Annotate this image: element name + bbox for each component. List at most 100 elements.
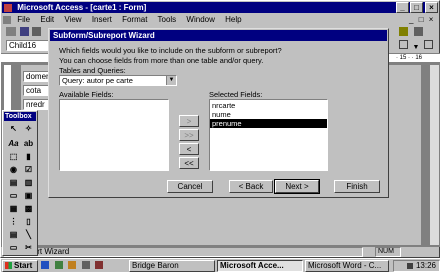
ruler-marks: · 15 · · 16: [396, 55, 423, 61]
access-logo-icon: [4, 3, 12, 12]
maximize-button[interactable]: □: [410, 2, 423, 13]
windows-logo-icon: [5, 262, 12, 270]
label-tool-icon[interactable]: Aa: [7, 138, 20, 149]
help-icon[interactable]: [399, 27, 408, 36]
textbox-tool-icon[interactable]: ab: [22, 138, 35, 149]
chevron-down-icon[interactable]: ▼: [166, 76, 176, 85]
dropdown-icon[interactable]: ▼: [413, 44, 420, 51]
more-controls-icon[interactable]: ✂: [22, 242, 35, 253]
status-num: NUM: [378, 248, 394, 255]
vertical-ruler: [4, 65, 12, 115]
move-one-button[interactable]: >: [179, 115, 199, 127]
taskbar-item-bridge-baron[interactable]: Bridge Baron: [129, 260, 215, 272]
line-tool-icon[interactable]: ╲: [22, 229, 35, 240]
save-icon[interactable]: [20, 27, 29, 36]
menu-window[interactable]: Window: [186, 15, 214, 24]
close-button[interactable]: ×: [425, 2, 438, 13]
combobox-tool-icon[interactable]: ▤: [7, 177, 20, 188]
doc-window-controls: _ □ ×: [409, 15, 433, 24]
tables-queries-select[interactable]: Query: autor pe carte ▼: [59, 75, 177, 86]
quicklaunch-icon-5[interactable]: [95, 261, 104, 269]
wizard-intro-line2: You can choose fields from more than one…: [59, 56, 264, 65]
cancel-button[interactable]: Cancel: [167, 180, 213, 193]
taskbar: Start Bridge Baron Microsoft Acce... Mic…: [0, 258, 440, 272]
access-title: Microsoft Access - [carte1 : Form]: [17, 3, 147, 12]
toolbox-title-bar[interactable]: Toolbox: [4, 112, 36, 121]
menu-insert[interactable]: Insert: [92, 15, 112, 24]
object-combo-value: Child16: [9, 41, 37, 50]
list-item[interactable]: prenume: [210, 119, 327, 128]
selected-fields-label: Selected Fields:: [209, 90, 263, 99]
image-tool-icon[interactable]: ▣: [22, 190, 35, 201]
next-button[interactable]: Next >: [274, 179, 320, 194]
menu-file[interactable]: File: [17, 15, 30, 24]
wizard-intro-line1: Which fields would you like to include o…: [59, 46, 282, 55]
option-button-icon[interactable]: ◉: [7, 164, 20, 175]
back-button[interactable]: < Back: [229, 180, 273, 193]
object-combo[interactable]: Child16: [6, 40, 52, 51]
wizard-title-bar[interactable]: Subform/Subreport Wizard: [50, 30, 387, 41]
quicklaunch-icon-3[interactable]: [68, 261, 77, 269]
tab-control-icon[interactable]: ▯: [22, 216, 35, 227]
menu-help[interactable]: Help: [225, 15, 241, 24]
doc-minimize-icon[interactable]: _: [409, 15, 413, 24]
start-label: Start: [14, 261, 33, 270]
volume-icon[interactable]: [406, 262, 413, 269]
field-nredr-label: nredr: [26, 100, 45, 109]
align-icon[interactable]: [399, 40, 408, 49]
toolbox-title: Toolbox: [5, 113, 32, 120]
doc-close-icon[interactable]: ×: [429, 15, 434, 24]
selected-fields-list[interactable]: nrcarte nume prenume: [209, 99, 328, 171]
wizard-title: Subform/Subreport Wizard: [53, 31, 155, 40]
quick-launch: [41, 261, 121, 271]
menu-format[interactable]: Format: [122, 15, 147, 24]
remove-all-button[interactable]: <<: [179, 157, 199, 169]
taskbar-item-access[interactable]: Microsoft Acce...: [217, 260, 303, 272]
view-icon[interactable]: [6, 27, 16, 36]
quicklaunch-icon-1[interactable]: [41, 261, 49, 269]
quicklaunch-icon-4[interactable]: [81, 261, 90, 269]
toggle-button-icon[interactable]: ▮: [22, 151, 35, 162]
menu-edit[interactable]: Edit: [40, 15, 54, 24]
print-icon[interactable]: [32, 27, 41, 36]
rectangle-tool-icon[interactable]: ▭: [7, 242, 20, 253]
tables-queries-label: Tables and Queries:: [59, 66, 126, 75]
move-all-button[interactable]: >>: [179, 129, 199, 141]
subform-wizard-dialog: Subform/Subreport Wizard Which fields wo…: [48, 28, 389, 198]
menu-tools[interactable]: Tools: [158, 15, 177, 24]
listbox-tool-icon[interactable]: ▥: [22, 177, 35, 188]
status-text-panel: Subreport Wizard: [3, 247, 363, 257]
toolbar-right-icons: [399, 27, 435, 36]
format-extra-icon[interactable]: [423, 40, 433, 49]
doc-icon[interactable]: [3, 15, 11, 24]
menu-bar: File Edit View Insert Format Tools Windo…: [3, 14, 433, 25]
page-break-icon[interactable]: ⋮: [7, 216, 20, 227]
minimize-button[interactable]: _: [396, 2, 409, 13]
control-wizards-icon[interactable]: ✧: [22, 123, 35, 134]
clock: 13:26: [415, 261, 436, 270]
finish-button[interactable]: Finish: [334, 180, 380, 193]
field-cota-label: cota: [26, 86, 42, 95]
remove-one-button[interactable]: <: [179, 143, 199, 155]
taskbar-item-word[interactable]: Microsoft Word - C...: [305, 260, 389, 272]
list-item[interactable]: nrcarte: [210, 101, 327, 110]
status-bar: Subreport Wizard NUM: [3, 247, 437, 257]
bound-frame-icon[interactable]: ▩: [22, 203, 35, 214]
access-title-bar: Microsoft Access - [carte1 : Form]: [2, 2, 438, 13]
formatting-toolbar-right: ▼: [399, 40, 435, 51]
menu-view[interactable]: View: [64, 15, 81, 24]
checkbox-tool-icon[interactable]: ☑: [22, 164, 35, 175]
quicklaunch-icon-2[interactable]: [54, 261, 63, 269]
available-fields-list[interactable]: [59, 99, 169, 171]
select-objects-icon[interactable]: ↖: [7, 123, 20, 134]
unbound-frame-icon[interactable]: ▦: [7, 203, 20, 214]
start-button[interactable]: Start: [2, 260, 38, 272]
option-group-icon[interactable]: ⬚: [7, 151, 20, 162]
vertical-scrollbar[interactable]: [429, 65, 439, 245]
list-item[interactable]: nume: [210, 110, 327, 119]
system-tray: 13:26: [393, 260, 440, 272]
options-icon[interactable]: [413, 27, 423, 36]
doc-restore-icon[interactable]: □: [419, 15, 424, 24]
subform-tool-icon[interactable]: ▤: [7, 229, 20, 240]
command-button-icon[interactable]: ▭: [7, 190, 20, 201]
